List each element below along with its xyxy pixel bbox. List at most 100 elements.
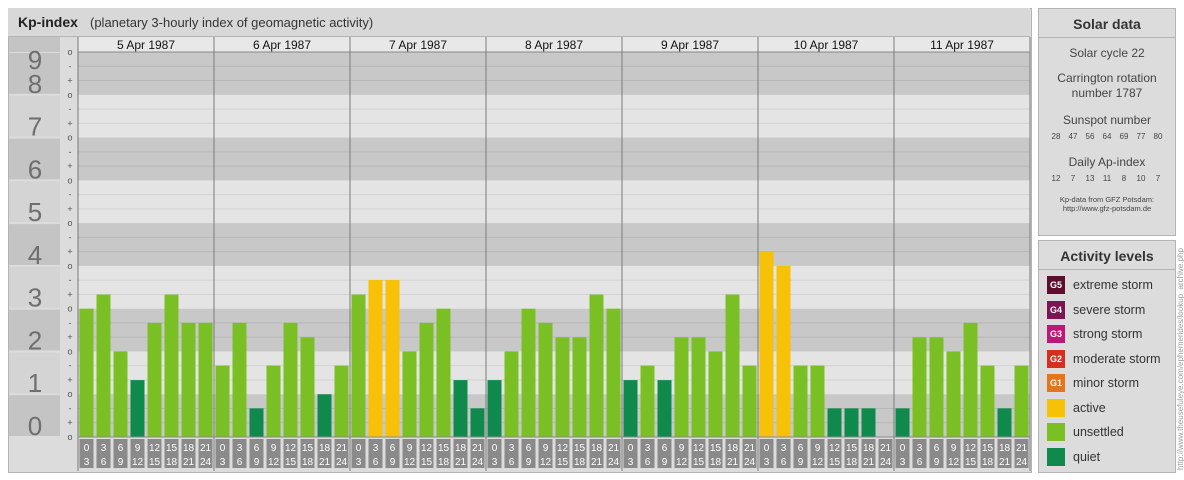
interval-start-label: 21 <box>608 443 620 454</box>
kp-bar <box>912 337 927 437</box>
kp-bar <box>793 365 808 437</box>
sub-tick-label: + <box>67 118 72 128</box>
y-tick-label: 3 <box>28 283 42 313</box>
kp-bar <box>691 337 706 437</box>
interval-start-label: 0 <box>628 443 634 454</box>
kp-band <box>78 223 1030 266</box>
sub-tick-label: + <box>67 247 72 257</box>
interval-start-label: 0 <box>492 443 498 454</box>
interval-end-label: 12 <box>676 457 688 468</box>
sub-tick-label: + <box>67 161 72 171</box>
source-watermark: http://www.theusefuleye.com/ephemerides/… <box>1176 248 1184 470</box>
interval-end-label: 18 <box>438 457 450 468</box>
sub-tick-label: o <box>67 47 72 57</box>
legend-label: minor storm <box>1073 376 1139 390</box>
kp-bar <box>487 380 502 437</box>
day-label: 8 Apr 1987 <box>525 38 583 52</box>
interval-end-label: 6 <box>645 457 651 468</box>
interval-end-label: 3 <box>356 457 362 468</box>
interval-start-label: 3 <box>373 443 379 454</box>
interval-start-label: 6 <box>662 443 668 454</box>
interval-end-label: 9 <box>118 457 124 468</box>
kp-bar <box>249 408 264 437</box>
interval-start-label: 12 <box>557 443 569 454</box>
interval-end-label: 24 <box>880 457 892 468</box>
kp-bar <box>334 365 349 437</box>
interval-end-label: 12 <box>812 457 824 468</box>
legend-swatch <box>1047 447 1065 466</box>
interval-end-label: 18 <box>166 457 178 468</box>
kp-bar <box>385 280 400 437</box>
kp-bar <box>810 365 825 437</box>
ap-index-values: 12 7 13 11 8 10 7 <box>1039 174 1175 183</box>
interval-end-label: 12 <box>132 457 144 468</box>
kp-bar <box>283 322 298 437</box>
kp-bar <box>504 351 519 437</box>
kp-bar <box>147 322 162 437</box>
sunspot-value: 69 <box>1119 132 1129 141</box>
interval-end-label: 21 <box>727 457 739 468</box>
interval-start-label: 6 <box>798 443 804 454</box>
sub-tick-label: + <box>67 418 72 428</box>
day-label: 7 Apr 1987 <box>389 38 447 52</box>
interval-end-label: 18 <box>574 457 586 468</box>
sunspot-value: 47 <box>1068 132 1078 141</box>
interval-start-label: 0 <box>764 443 770 454</box>
legend-item: active <box>1047 398 1106 418</box>
interval-start-label: 12 <box>965 443 977 454</box>
ap-index-value: 8 <box>1121 174 1127 183</box>
y-tick-label: 7 <box>28 112 42 142</box>
day-label: 9 Apr 1987 <box>661 38 719 52</box>
kp-bar <box>742 365 757 437</box>
interval-start-label: 15 <box>710 443 722 454</box>
interval-end-label: 15 <box>557 457 569 468</box>
legend-swatch: G1 <box>1047 374 1065 392</box>
kp-bar <box>181 322 196 437</box>
data-source-line2: http://www.gfz-potsdam.de <box>1062 204 1152 213</box>
interval-start-label: 0 <box>220 443 226 454</box>
interval-start-label: 6 <box>526 443 532 454</box>
legend-label: active <box>1073 400 1106 415</box>
y-tick-label: 5 <box>28 197 42 227</box>
sub-tick-label: o <box>67 432 72 442</box>
day-label: 6 Apr 1987 <box>253 38 311 52</box>
kp-bar <box>844 408 859 437</box>
kp-bar <box>555 337 570 437</box>
interval-start-label: 21 <box>880 443 892 454</box>
solar-data-title: Solar data <box>1039 9 1175 38</box>
kp-bar <box>453 380 468 437</box>
interval-start-label: 15 <box>438 443 450 454</box>
interval-end-label: 18 <box>302 457 314 468</box>
legend-item: G1 minor storm <box>1047 373 1139 393</box>
kp-bar <box>572 337 587 437</box>
interval-end-label: 12 <box>268 457 280 468</box>
sub-tick-label: o <box>67 304 72 314</box>
legend-label: moderate storm <box>1073 351 1161 366</box>
interval-end-label: 3 <box>764 457 770 468</box>
legend-swatch <box>1047 398 1065 417</box>
interval-start-label: 21 <box>744 443 756 454</box>
legend-item: unsettled <box>1047 422 1124 442</box>
kp-bar <box>538 322 553 437</box>
kp-bar <box>776 265 791 437</box>
sunspot-value: 56 <box>1085 132 1095 141</box>
interval-start-label: 18 <box>863 443 875 454</box>
interval-start-label: 21 <box>472 443 484 454</box>
sub-tick-label: o <box>67 175 72 185</box>
kp-bar <box>640 365 655 437</box>
day-label: 5 Apr 1987 <box>117 38 175 52</box>
interval-start-label: 18 <box>591 443 603 454</box>
interval-start-label: 9 <box>407 443 413 454</box>
interval-start-label: 9 <box>951 443 957 454</box>
day-label: 10 Apr 1987 <box>794 38 859 52</box>
sub-tick-label: - <box>69 403 72 413</box>
interval-end-label: 9 <box>254 457 260 468</box>
ap-index-value: 13 <box>1085 174 1095 183</box>
sub-tick-label: + <box>67 76 72 86</box>
interval-end-label: 6 <box>917 457 923 468</box>
interval-end-label: 6 <box>509 457 515 468</box>
interval-start-label: 6 <box>254 443 260 454</box>
interval-end-label: 24 <box>336 457 348 468</box>
interval-end-label: 6 <box>101 457 107 468</box>
activity-levels-title: Activity levels <box>1039 241 1175 270</box>
